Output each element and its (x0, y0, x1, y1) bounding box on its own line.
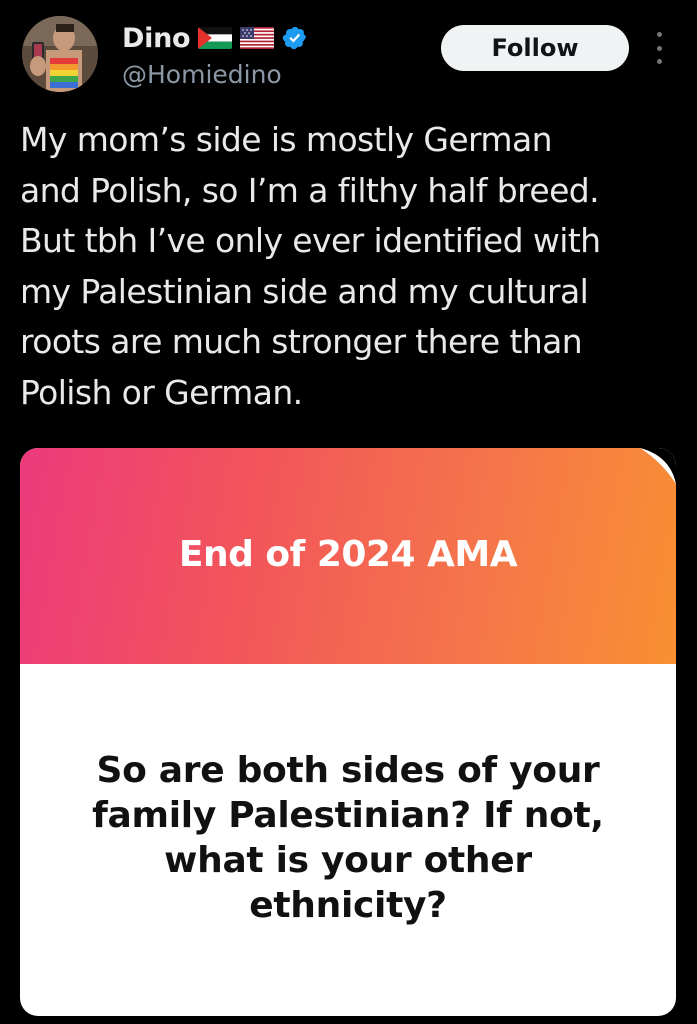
user-handle[interactable]: @Homiedino (122, 60, 282, 89)
ama-question-text: So are both sides of your family Palesti… (92, 750, 604, 926)
ama-banner-title: End of 2024 AMA (178, 534, 518, 575)
ama-banner: End of 2024 AMA (20, 448, 676, 664)
tweet-media-image[interactable]: End of 2024 AMA So are both sides of you… (20, 448, 676, 1016)
divider (20, 1016, 676, 1024)
more-dot (656, 32, 662, 37)
more-dot (656, 45, 662, 51)
avatar[interactable] (22, 16, 98, 92)
page-curl-decoration (640, 448, 676, 484)
display-name-row: Dino (122, 18, 308, 58)
display-name[interactable]: Dino (122, 23, 191, 54)
tweet-text: My mom’s side is mostly German and Polis… (20, 120, 601, 412)
avatar-image (22, 16, 98, 92)
tweet-page: Dino @Homiedino Follow My mom’s side is … (0, 0, 697, 1024)
more-options-icon[interactable] (648, 32, 670, 64)
palestine-flag-icon (198, 27, 233, 49)
verified-badge-icon[interactable] (282, 25, 308, 51)
more-dot (656, 59, 662, 64)
tweet-header: Dino @Homiedino Follow (0, 0, 697, 100)
usa-flag-icon (240, 27, 275, 49)
follow-button[interactable]: Follow (441, 25, 629, 71)
